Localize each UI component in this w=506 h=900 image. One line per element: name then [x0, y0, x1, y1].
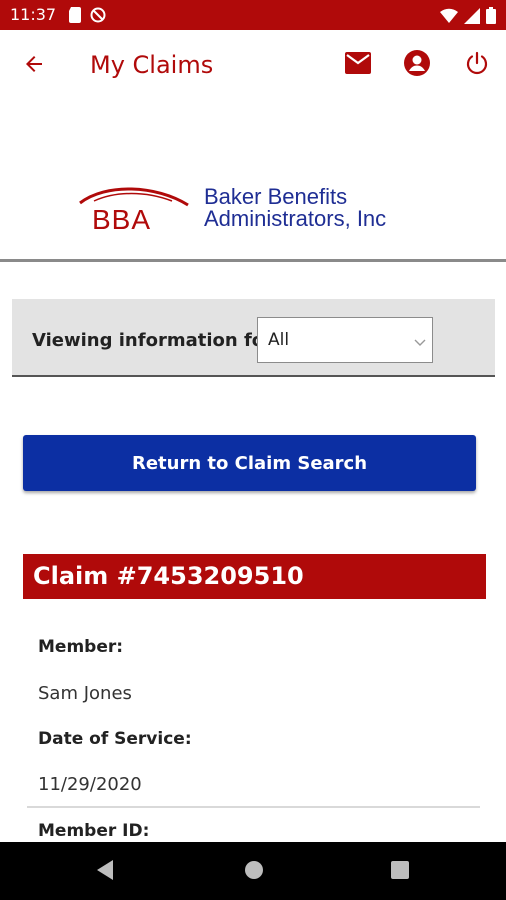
- battery-icon: [486, 7, 496, 29]
- logo-divider: [0, 259, 506, 262]
- back-button[interactable]: [20, 52, 48, 80]
- wifi-icon: [440, 8, 458, 29]
- app-bar: My Claims: [0, 30, 506, 102]
- member-label: Member:: [38, 637, 124, 657]
- account-button[interactable]: [402, 49, 432, 81]
- arrow-left-icon: [22, 52, 46, 81]
- member-id-label: Member ID:: [38, 821, 150, 841]
- viewing-select-value: All: [268, 330, 290, 350]
- bba-logo: BBA: [76, 187, 192, 236]
- page-title: My Claims: [90, 51, 214, 79]
- card-divider: [27, 806, 480, 808]
- nav-recents-button[interactable]: [388, 860, 412, 884]
- viewing-select[interactable]: All: [257, 317, 433, 363]
- sd-card-icon: [68, 7, 82, 28]
- account-icon: [404, 49, 430, 81]
- viewing-label: Viewing information for:: [32, 330, 281, 351]
- member-value: Sam Jones: [38, 683, 132, 704]
- power-button[interactable]: [462, 50, 492, 80]
- company-name-line1: Baker Benefits: [204, 184, 348, 209]
- nav-back-button[interactable]: [94, 859, 118, 885]
- mail-button[interactable]: [343, 50, 373, 80]
- company-name: Baker Benefits Administrators, Inc: [204, 186, 386, 230]
- power-icon: [465, 51, 489, 80]
- return-to-claim-search-button[interactable]: Return to Claim Search: [23, 435, 476, 491]
- mail-icon: [345, 51, 371, 79]
- status-left-icons: [68, 7, 106, 28]
- back-triangle-icon: [97, 859, 115, 885]
- viewing-panel: Viewing information for: All: [12, 299, 495, 377]
- chevron-down-icon: [414, 334, 426, 352]
- claim-title: Claim #7453209510: [23, 554, 486, 599]
- logo-mark-text: BBA: [92, 204, 151, 231]
- status-bar: 11:37: [0, 0, 506, 30]
- signal-icon: [464, 7, 480, 29]
- date-of-service-value: 11/29/2020: [38, 774, 142, 795]
- logo-area: BBA Baker Benefits Administrators, Inc: [0, 102, 506, 260]
- company-name-line2: Administrators, Inc: [204, 206, 387, 231]
- status-time: 11:37: [10, 5, 57, 24]
- recents-square-icon: [391, 860, 409, 884]
- nav-bar: [0, 842, 506, 900]
- status-right-icons: [440, 7, 496, 29]
- home-circle-icon: [244, 860, 264, 885]
- date-of-service-label: Date of Service:: [38, 729, 192, 749]
- no-disturb-icon: [90, 7, 106, 28]
- nav-home-button[interactable]: [242, 860, 266, 884]
